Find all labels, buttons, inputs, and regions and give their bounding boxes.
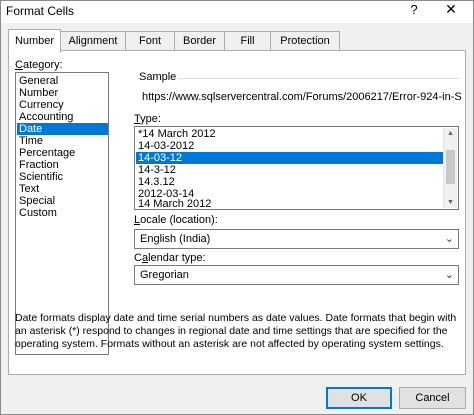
category-item-number[interactable]: Number (17, 87, 108, 99)
category-item-percentage[interactable]: Percentage (17, 147, 108, 159)
sample-label: Sample (139, 71, 177, 83)
chevron-down-icon[interactable]: ⌄ (445, 268, 454, 281)
category-item-date[interactable]: Date (17, 123, 108, 135)
window-title: Format Cells (6, 4, 75, 18)
category-item-text[interactable]: Text (17, 183, 108, 195)
type-label-text: ype: (140, 113, 161, 125)
tab-alignment-label: Alignment (68, 35, 118, 47)
calendar-label-pre: C (134, 252, 142, 264)
calendar-label-text: lendar type: (148, 252, 206, 264)
tab-number[interactable]: Number (8, 29, 61, 53)
tab-border[interactable]: Border (174, 31, 225, 52)
category-label-accel: C (15, 59, 23, 71)
close-icon[interactable]: ✕ (442, 1, 460, 18)
type-item-5[interactable]: 14.3.12 (136, 176, 446, 188)
type-item-2[interactable]: 14-03-2012 (136, 140, 446, 152)
scrollbar-thumb[interactable] (446, 150, 455, 184)
locale-dropdown[interactable]: English (India) ⌄ (134, 229, 459, 249)
locale-value: English (India) (140, 233, 211, 245)
scroll-down-arrow-icon[interactable]: ▼ (444, 199, 457, 206)
format-description: Date formats display date and time seria… (15, 312, 457, 350)
category-item-general[interactable]: General (17, 75, 108, 87)
category-item-custom[interactable]: Custom (17, 207, 108, 219)
tab-protection[interactable]: Protection (270, 31, 340, 52)
tab-protection-label: Protection (280, 35, 330, 47)
tab-alignment[interactable]: Alignment (60, 31, 126, 52)
category-item-time[interactable]: Time (17, 135, 108, 147)
category-item-accounting[interactable]: Accounting (17, 111, 108, 123)
locale-label-text: ocale (location): (140, 214, 218, 226)
tab-border-label: Border (182, 35, 217, 47)
category-label-text: ategory: (22, 59, 63, 71)
category-label: Category: (15, 59, 63, 71)
type-list-scrollbar[interactable]: ▲ ▼ (443, 128, 457, 208)
calendar-value: Gregorian (140, 269, 189, 281)
ok-button[interactable]: OK (326, 387, 392, 409)
tab-fill-label: Fill (240, 35, 255, 47)
tab-strip: Number Alignment Font Border Fill Protec… (8, 29, 340, 53)
tab-font[interactable]: Font (125, 31, 175, 52)
calendar-label: Calendar type: (134, 252, 206, 264)
locale-label: Locale (location): (134, 214, 218, 226)
sample-value: https://www.sqlservercentral.com/Forums/… (142, 91, 462, 103)
cancel-button[interactable]: Cancel (399, 387, 466, 409)
type-item-7[interactable]: 14 March 2012 (136, 198, 446, 209)
tab-fill[interactable]: Fill (224, 31, 271, 52)
type-label: Type: (134, 113, 161, 125)
type-list[interactable]: *14 March 2012 14-03-2012 14-03-12 14-3-… (134, 126, 459, 210)
tab-font-label: Font (138, 35, 161, 47)
category-item-scientific[interactable]: Scientific (17, 171, 108, 183)
chevron-down-icon[interactable]: ⌄ (445, 232, 454, 245)
category-item-fraction[interactable]: Fraction (17, 159, 108, 171)
help-icon[interactable]: ? (407, 2, 421, 17)
category-item-special[interactable]: Special (17, 195, 108, 207)
tab-number-label: Number (14, 35, 55, 47)
calendar-dropdown[interactable]: Gregorian ⌄ (134, 265, 459, 285)
type-item-3[interactable]: 14-03-12 (136, 152, 446, 164)
sample-group-line (178, 78, 460, 79)
category-item-currency[interactable]: Currency (17, 99, 108, 111)
type-item-1[interactable]: *14 March 2012 (136, 128, 446, 140)
type-item-4[interactable]: 14-3-12 (136, 164, 446, 176)
scroll-up-arrow-icon[interactable]: ▲ (444, 130, 457, 137)
